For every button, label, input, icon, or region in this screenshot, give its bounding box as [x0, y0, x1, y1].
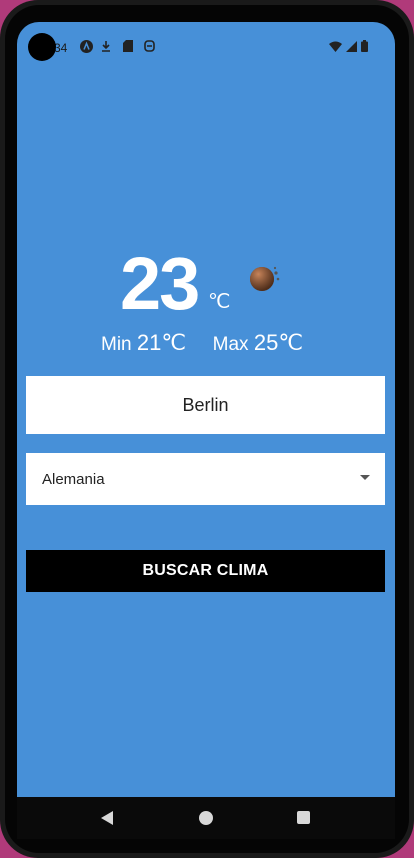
status-time: 34 [54, 41, 68, 55]
app-notification-icon [142, 39, 156, 53]
city-input[interactable]: Berlin [26, 376, 385, 434]
back-icon[interactable] [101, 811, 113, 825]
front-camera [28, 33, 56, 61]
battery-icon [361, 40, 368, 55]
current-temperature: 23 [120, 242, 200, 325]
app-screen: 34 23 ℃ Min 21℃ Max 25℃ Berlin Alemania … [17, 22, 395, 797]
min-max-temperature: Min 21℃ Max 25℃ [101, 330, 303, 356]
weather-icon [249, 264, 280, 294]
download-icon [99, 39, 113, 53]
temperature-display: 23 ℃ [120, 244, 300, 324]
min-label: Min [101, 334, 132, 355]
max-value: 25℃ [253, 330, 304, 355]
home-icon[interactable] [199, 811, 213, 825]
max-label: Max [212, 334, 249, 355]
country-select[interactable]: Alemania [26, 453, 385, 505]
notification-a-icon [79, 39, 93, 53]
temperature-unit: ℃ [208, 291, 231, 313]
dropdown-arrow-icon [360, 475, 370, 480]
wifi-icon [329, 41, 342, 55]
recent-apps-icon[interactable] [297, 811, 310, 824]
sd-card-icon [121, 39, 135, 53]
country-select-value: Alemania [42, 471, 105, 488]
search-weather-button[interactable]: BUSCAR CLIMA [26, 550, 385, 592]
navigation-bar [17, 797, 395, 839]
signal-icon [346, 40, 357, 55]
status-bar: 34 [17, 22, 395, 72]
min-value: 21℃ [136, 330, 187, 355]
